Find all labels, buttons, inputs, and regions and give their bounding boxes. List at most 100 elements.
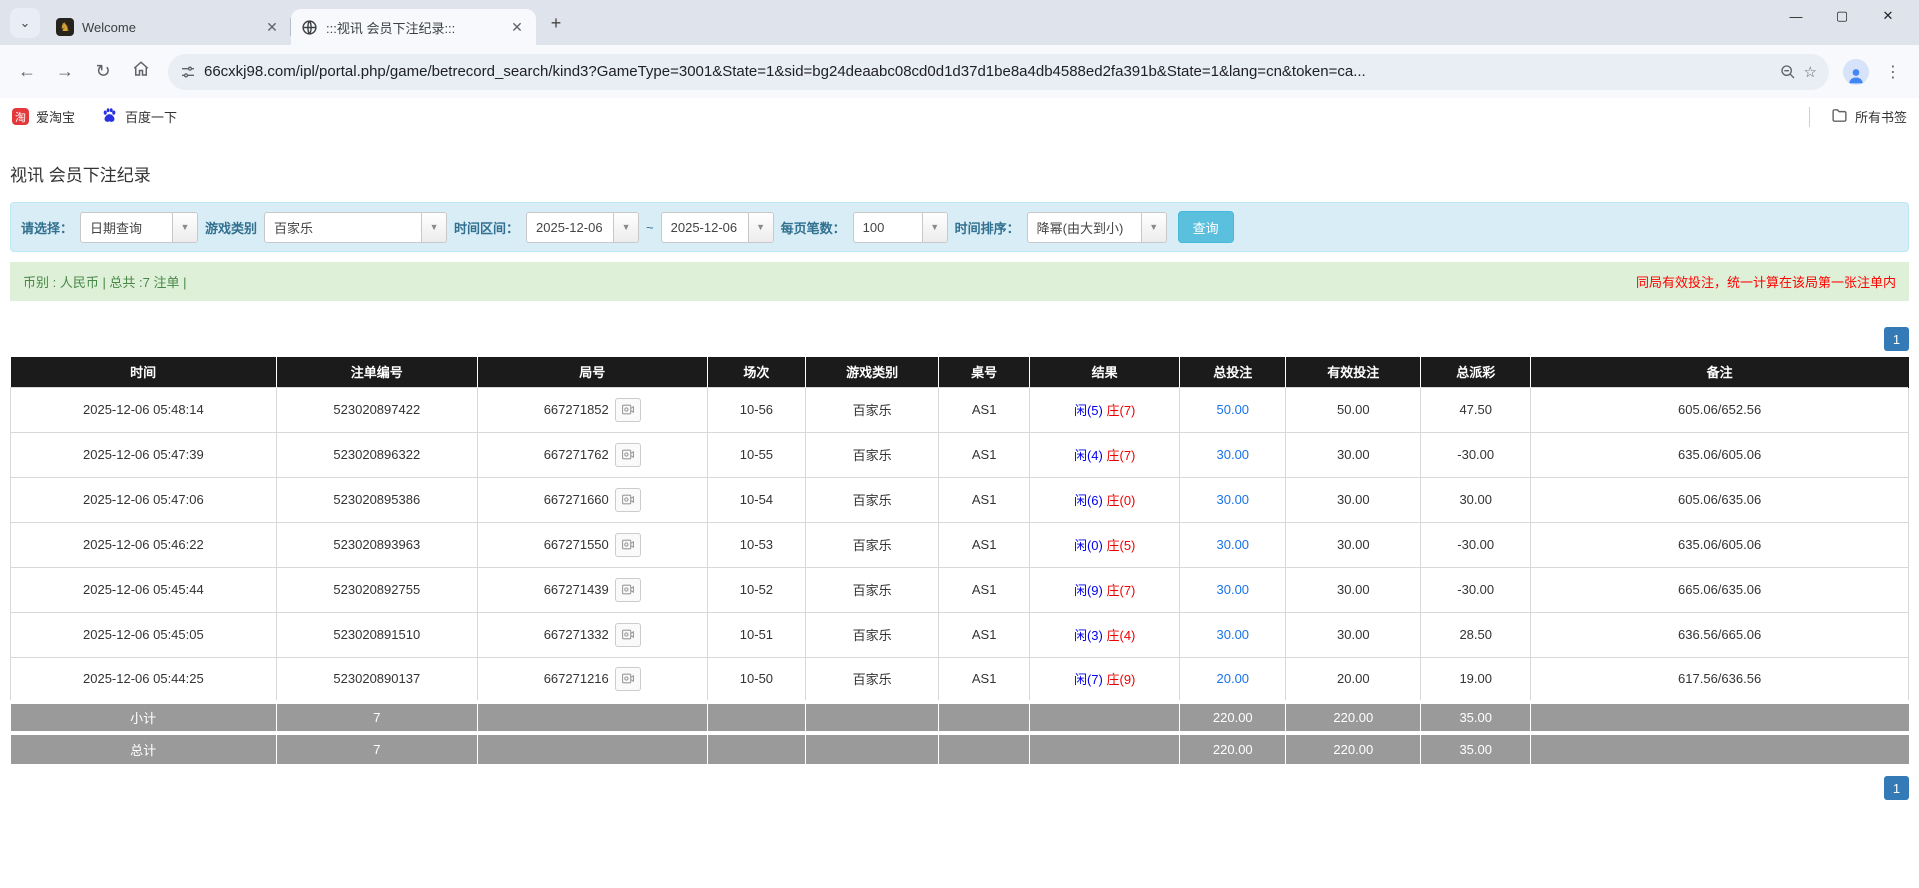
back-button[interactable]: ← <box>10 55 44 89</box>
page-size-select[interactable]: 100 ▼ <box>852 211 948 243</box>
round-video-button[interactable] <box>614 532 641 557</box>
maximize-button[interactable]: ▢ <box>1819 0 1865 32</box>
bet-id: 523020896322 <box>275 431 478 478</box>
zoom-out-indicator-icon[interactable] <box>1780 64 1796 80</box>
round-id-cell: 667271216 <box>476 656 708 703</box>
sort-label: 时间排序： <box>954 220 1020 236</box>
filter-bar: 请选择： 日期查询 ▼ 游戏类别 百家乐 ▼ 时间区间： 2025-12-06 … <box>10 202 1909 252</box>
bookmark-star-icon[interactable]: ☆ <box>1804 63 1817 81</box>
dropdown-arrow-icon[interactable]: ▼ <box>613 212 639 242</box>
home-button[interactable] <box>124 55 158 89</box>
game-type-select[interactable]: 百家乐 ▼ <box>264 211 448 243</box>
new-tab-button[interactable]: + <box>542 9 570 37</box>
round-video-button[interactable] <box>614 487 641 512</box>
total-bet-link[interactable]: 30.00 <box>1217 492 1250 507</box>
result-cell: 闲(9) 庄(7) <box>1029 566 1181 613</box>
valid-bet: 30.00 <box>1285 476 1422 523</box>
video-replay-icon <box>621 584 634 595</box>
payout-value: 30.00 <box>1420 476 1532 523</box>
valid-bet: 30.00 <box>1285 431 1422 478</box>
total-label: 总计 <box>10 731 277 764</box>
bet-time: 2025-12-06 05:46:22 <box>10 521 277 568</box>
total-bet-link[interactable]: 30.00 <box>1217 537 1250 552</box>
game-type: 百家乐 <box>805 476 940 523</box>
close-window-button[interactable]: ✕ <box>1865 0 1911 32</box>
round-video-button[interactable] <box>614 622 641 647</box>
all-bookmarks-label: 所有书签 <box>1854 110 1907 125</box>
col-total-bet: 总投注 <box>1179 357 1287 387</box>
round-id-cell: 667271332 <box>476 611 708 658</box>
bet-id: 523020897422 <box>275 386 478 433</box>
minimize-button[interactable]: — <box>1773 0 1819 32</box>
close-tab-icon[interactable]: ✕ <box>263 18 281 36</box>
total-bet-link[interactable]: 30.00 <box>1217 447 1250 462</box>
round-id: 667271852 <box>543 402 609 417</box>
bookmark-aitaobao[interactable]: 淘 爱淘宝 <box>12 107 75 126</box>
browser-tab-betrecord[interactable]: :::视讯 会员下注纪录::: ✕ <box>291 9 536 45</box>
valid-bet: 30.00 <box>1285 521 1422 568</box>
site-settings-icon[interactable] <box>180 64 196 80</box>
date-to-select[interactable]: 2025-12-06 ▼ <box>660 211 774 243</box>
round-id-cell: 667271762 <box>476 431 708 478</box>
subtotal-row: 小计 7 220.00 220.00 35.00 <box>10 700 1909 733</box>
result-banker: 庄(7) <box>1106 448 1136 463</box>
round-id: 667271439 <box>543 582 609 597</box>
tab-search-button[interactable]: ⌄ <box>10 8 40 38</box>
page-1-button[interactable]: 1 <box>1884 327 1909 351</box>
address-bar[interactable]: 66cxkj98.com/ipl/portal.php/game/betreco… <box>168 53 1829 90</box>
dropdown-arrow-icon[interactable]: ▼ <box>421 212 447 242</box>
round-video-button[interactable] <box>614 577 641 602</box>
forward-button[interactable]: → <box>48 55 82 89</box>
round-video-button[interactable] <box>614 666 641 691</box>
search-button[interactable]: 查询 <box>1177 211 1234 243</box>
total-valid-bet: 220.00 <box>1285 731 1422 764</box>
bet-id: 523020895386 <box>275 476 478 523</box>
dropdown-arrow-icon[interactable]: ▼ <box>172 212 198 242</box>
result-player: 闲(7) <box>1073 672 1103 688</box>
round-id: 667271550 <box>543 537 609 552</box>
table-no: AS1 <box>938 521 1031 568</box>
close-tab-icon[interactable]: ✕ <box>508 18 526 36</box>
remark: 665.06/635.06 <box>1530 566 1909 613</box>
total-bet-link[interactable]: 30.00 <box>1217 582 1250 597</box>
browser-tab-welcome[interactable]: ♞ Welcome ✕ <box>46 9 291 45</box>
query-mode-select[interactable]: 日期查询 ▼ <box>80 211 199 243</box>
video-replay-icon <box>621 629 634 640</box>
video-replay-icon <box>621 673 634 684</box>
result-banker: 庄(0) <box>1106 493 1136 508</box>
profile-button[interactable] <box>1839 55 1873 89</box>
all-bookmarks[interactable]: 所有书签 <box>1808 106 1907 127</box>
round-id-cell: 667271439 <box>476 566 708 613</box>
tab-title: :::视讯 会员下注纪录::: <box>326 20 456 36</box>
bookmark-baidu[interactable]: 百度一下 <box>101 107 177 127</box>
bet-time: 2025-12-06 05:44:25 <box>10 656 277 703</box>
round-video-button[interactable] <box>614 397 641 422</box>
dropdown-arrow-icon[interactable]: ▼ <box>747 212 773 242</box>
game-type: 百家乐 <box>805 431 940 478</box>
result-player: 闲(9) <box>1073 583 1103 598</box>
total-bet-link[interactable]: 30.00 <box>1217 627 1250 642</box>
total-bet-link[interactable]: 50.00 <box>1217 402 1250 417</box>
payout-value: -30.00 <box>1420 431 1532 478</box>
browser-tab-strip: ⌄ ♞ Welcome ✕ :::视讯 会员下注纪录::: ✕ + — ▢ ✕ <box>0 0 1919 45</box>
col-remark: 备注 <box>1530 357 1909 387</box>
sort-select[interactable]: 降幂(由大到小) ▼ <box>1026 211 1167 243</box>
table-row: 2025-12-06 05:46:22 523020893963 6672715… <box>10 521 1909 568</box>
payout-value: 47.50 <box>1420 386 1532 433</box>
url-text[interactable]: 66cxkj98.com/ipl/portal.php/game/betreco… <box>204 63 1772 80</box>
date-from-value: 2025-12-06 <box>536 219 603 235</box>
dropdown-arrow-icon[interactable]: ▼ <box>1140 212 1166 242</box>
bookmarks-divider <box>1808 106 1810 127</box>
date-from-select[interactable]: 2025-12-06 ▼ <box>526 211 640 243</box>
bet-id: 523020893963 <box>275 521 478 568</box>
dropdown-arrow-icon[interactable]: ▼ <box>921 212 947 242</box>
page-1-button[interactable]: 1 <box>1884 776 1909 800</box>
page-size-value: 100 <box>862 219 885 235</box>
reload-button[interactable]: ↻ <box>86 55 120 89</box>
col-result: 结果 <box>1029 357 1181 387</box>
round-video-button[interactable] <box>614 442 641 467</box>
round-id-cell: 667271660 <box>476 476 708 523</box>
result-cell: 闲(0) 庄(5) <box>1029 521 1181 568</box>
browser-menu-button[interactable]: ⋮ <box>1877 62 1909 82</box>
total-bet-link[interactable]: 20.00 <box>1217 671 1250 686</box>
